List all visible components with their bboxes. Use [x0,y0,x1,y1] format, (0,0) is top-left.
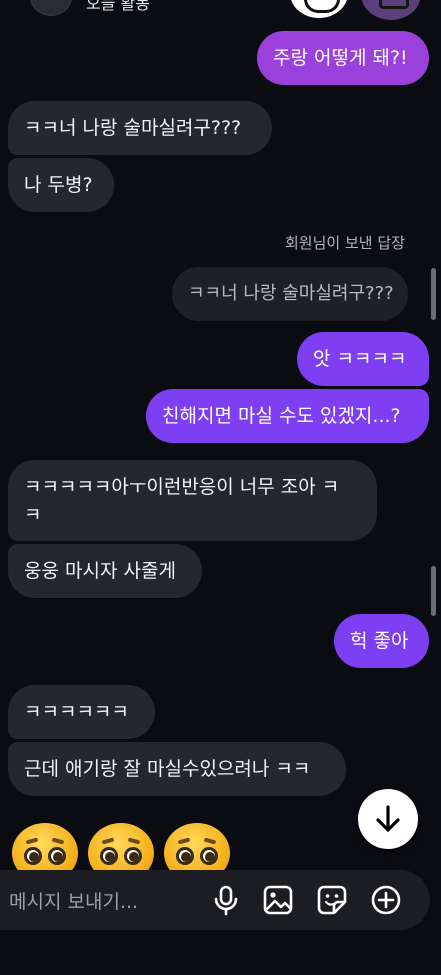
message-text: 앗 ㅋㅋㅋㅋ [313,348,407,370]
chat-header: 오늘 활동 [0,0,441,20]
message-outgoing[interactable]: 앗 ㅋㅋㅋㅋ [297,332,429,386]
message-text-line: ㅋㅋㅋㅋㅋ아ㅜ이런반응이 너무 조아 ㅋ [24,475,340,498]
avatar[interactable] [30,0,72,16]
message-text: 주랑 어떻게 돼?! [273,47,408,69]
message-text: ㅋㅋㅋㅋㅋㅋ [24,701,129,723]
message-text-line: ㅋ [24,503,42,526]
active-status: 오늘 활동 [86,0,150,13]
phone-icon [304,0,340,13]
message-composer: 메시지 보내기... [0,870,430,930]
message-text: 웅웅 마시자 사줄게 [24,560,176,582]
message-incoming[interactable]: ㅋㅋ너 나랑 술마실려구??? [8,101,272,155]
video-call-button[interactable] [361,0,421,20]
message-text: 헉 좋아 [350,630,409,652]
quoted-text: ㅋㅋ너 나랑 술마실려구??? [188,283,394,304]
message-outgoing[interactable]: 헉 좋아 [334,614,429,668]
sticker-icon[interactable] [316,884,348,916]
message-input[interactable]: 메시지 보내기... [9,887,138,914]
image-icon[interactable] [262,884,294,916]
plus-circle-icon[interactable] [370,884,402,916]
scrollbar-thumb[interactable] [431,268,436,320]
message-text: 근데 애기랑 잘 마실수있으려나 ㅋㅋ [24,758,311,780]
arrow-down-icon [376,805,400,832]
scroll-to-bottom-button[interactable] [358,789,418,849]
message-text: 나 두병? [24,174,93,196]
message-text: ㅋㅋ너 나랑 술마실려구??? [24,117,242,139]
message-outgoing[interactable]: 친해지면 마실 수도 있겠지...? [146,389,429,443]
scrollbar-thumb[interactable] [431,566,436,616]
message-outgoing[interactable]: 주랑 어떻게 돼?! [257,31,429,85]
reply-label: 회원님이 보낸 답장 [285,234,405,252]
message-incoming[interactable]: 웅웅 마시자 사줄게 [8,544,202,598]
quoted-message[interactable]: ㅋㅋ너 나랑 술마실려구??? [172,267,408,321]
microphone-icon[interactable] [210,884,242,916]
message-incoming[interactable]: ㅋㅋㅋㅋㅋ아ㅜ이런반응이 너무 조아 ㅋ ㅋ [8,460,377,541]
message-text: 친해지면 마실 수도 있겠지...? [162,405,401,427]
message-incoming[interactable]: 근데 애기랑 잘 마실수있으려나 ㅋㅋ [8,742,346,796]
video-icon [379,0,409,9]
message-incoming[interactable]: ㅋㅋㅋㅋㅋㅋ [8,685,155,739]
message-incoming[interactable]: 나 두병? [8,158,114,212]
call-button[interactable] [290,0,348,18]
